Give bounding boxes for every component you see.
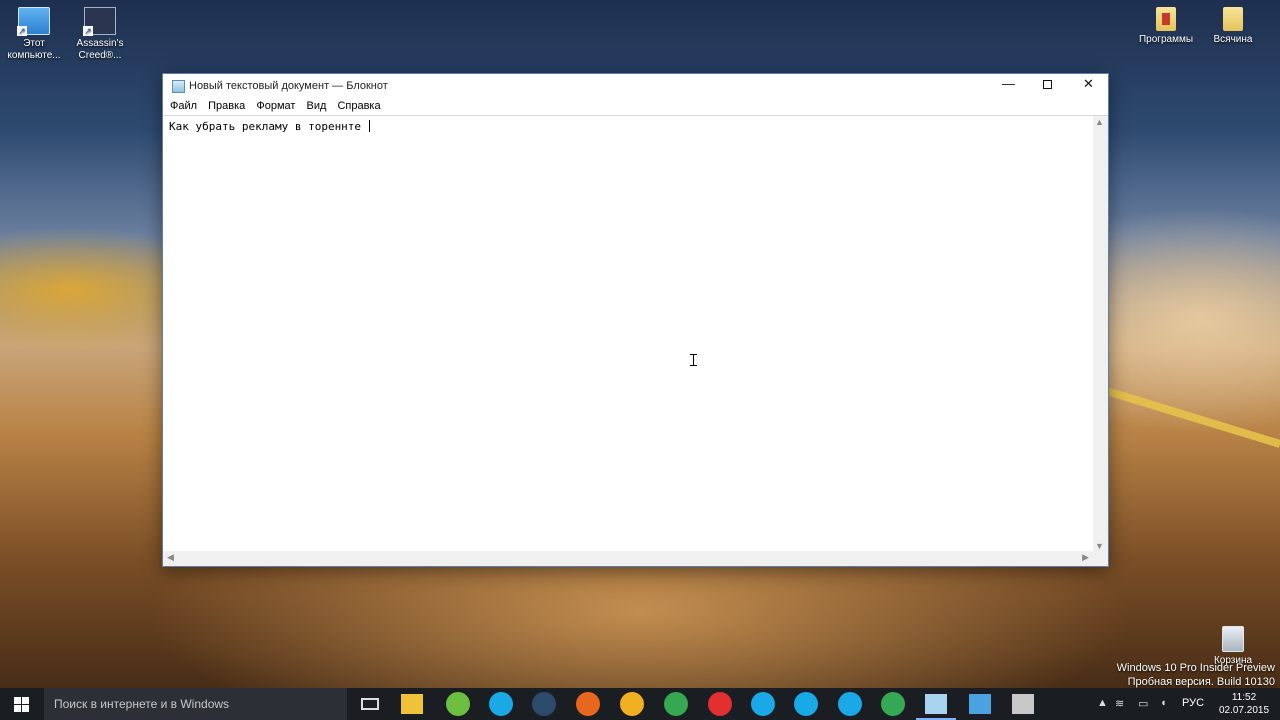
desktop-icon-label: Программы — [1138, 34, 1194, 45]
search-input[interactable]: Поиск в интернете и в Windows — [44, 688, 347, 720]
folder-icon — [1156, 7, 1176, 31]
desktop-icon-label: Этот компьюте... — [7, 38, 61, 61]
desktop-icon-assassins-creed[interactable]: ↗ Assassin's Creed®... — [67, 7, 133, 62]
taskbar-device-icon[interactable] — [1012, 694, 1034, 714]
task-view-button[interactable] — [361, 698, 379, 710]
scroll-right-icon[interactable]: ▶ — [1082, 552, 1089, 563]
desktop-icon-label: Assassin's Creed®... — [76, 38, 124, 61]
minimize-button[interactable]: — — [988, 74, 1029, 96]
scroll-left-icon[interactable]: ◀ — [167, 552, 174, 563]
text-caret — [368, 120, 370, 132]
taskbar-skype-icon[interactable] — [751, 692, 775, 716]
maximize-icon — [1043, 80, 1052, 89]
menu-view[interactable]: Вид — [303, 98, 331, 112]
text-editor[interactable]: Как убрать рекламу в тореннте ▲ ▼ ◀ ▶ — [163, 115, 1108, 566]
desktop-icon-misc[interactable]: Всячина — [1200, 7, 1266, 46]
taskbar-skype-icon[interactable] — [794, 692, 818, 716]
desktop-icon-programs[interactable]: Программы — [1133, 7, 1199, 46]
clock-date: 02.07.2015 — [1218, 705, 1270, 716]
network-icon[interactable]: ≋ — [1115, 697, 1124, 710]
assassins-creed-icon: ↗ — [83, 7, 116, 36]
notepad-window: Новый текстовый документ — Блокнот — ✕ Ф… — [162, 73, 1109, 567]
menu-edit[interactable]: Правка — [205, 98, 250, 112]
taskbar-utorrent-icon[interactable] — [446, 692, 470, 716]
road-line-decoration — [1097, 384, 1280, 448]
watermark-line-1: Windows 10 Pro Insider Preview — [1116, 662, 1275, 674]
taskbar-notepad-icon[interactable] — [925, 694, 947, 714]
taskbar-pinwheel-icon[interactable] — [620, 692, 644, 716]
windows-logo-icon — [14, 697, 29, 712]
this-pc-icon: ↗ — [17, 7, 50, 36]
menu-file[interactable]: Файл — [167, 98, 202, 112]
chat-icon[interactable]: ▭ — [1138, 697, 1148, 710]
folder-icon — [1223, 7, 1243, 31]
resize-grip[interactable] — [1093, 551, 1108, 566]
menu-help[interactable]: Справка — [334, 98, 385, 112]
taskbar-chrome-icon[interactable] — [881, 692, 905, 716]
desktop-icon-this-pc[interactable]: ↗ Этот компьюте... — [1, 7, 67, 62]
scroll-down-icon[interactable]: ▼ — [1095, 541, 1104, 551]
taskbar-skype-icon[interactable] — [489, 692, 513, 716]
volume-icon[interactable]: ◖ — [1160, 697, 1167, 709]
taskbar-steam-icon[interactable] — [532, 692, 556, 716]
recycle-bin-icon — [1222, 626, 1244, 652]
taskbar-computer-icon[interactable] — [969, 694, 991, 714]
clock-time: 11:52 — [1231, 692, 1257, 703]
maximize-button[interactable] — [1027, 74, 1068, 96]
desktop-icon-label: Всячина — [1213, 34, 1253, 45]
ibeam-cursor-icon — [690, 354, 699, 366]
windows-build-watermark: Windows 10 Pro Insider Preview Пробная в… — [1117, 661, 1275, 689]
taskbar-skype-icon[interactable] — [838, 692, 862, 716]
menu-bar: Файл Правка Формат Вид Справка — [163, 98, 1108, 115]
tray-overflow-icon[interactable]: ▲ — [1097, 697, 1108, 709]
taskbar: Поиск в интернете и в Windows ▲ ≋ ▭ ◖ РУ… — [0, 688, 1280, 720]
clock[interactable]: 11:52 02.07.2015 — [1210, 691, 1278, 717]
window-title: Новый текстовый документ — Блокнот — [189, 80, 388, 92]
taskbar-chrome-icon[interactable] — [664, 692, 688, 716]
scroll-up-icon[interactable]: ▲ — [1095, 117, 1104, 127]
language-indicator[interactable]: РУС — [1182, 697, 1204, 709]
editor-text: Как убрать рекламу в тореннте — [169, 120, 368, 133]
menu-format[interactable]: Формат — [253, 98, 300, 112]
taskbar-yandex-icon[interactable] — [708, 692, 732, 716]
vertical-scrollbar[interactable]: ▲ ▼ — [1093, 116, 1108, 552]
title-bar[interactable]: Новый текстовый документ — Блокнот — ✕ — [163, 74, 1108, 98]
taskbar-file-explorer-icon[interactable] — [401, 694, 423, 714]
start-button[interactable] — [0, 688, 44, 720]
search-placeholder: Поиск в интернете и в Windows — [54, 697, 230, 711]
taskbar-firefox-icon[interactable] — [576, 692, 600, 716]
watermark-line-2: Пробная версия. Build 10130 — [1127, 676, 1275, 688]
horizontal-scrollbar[interactable]: ◀ ▶ — [163, 551, 1093, 566]
notepad-icon — [172, 80, 185, 93]
close-button[interactable]: ✕ — [1068, 74, 1109, 96]
